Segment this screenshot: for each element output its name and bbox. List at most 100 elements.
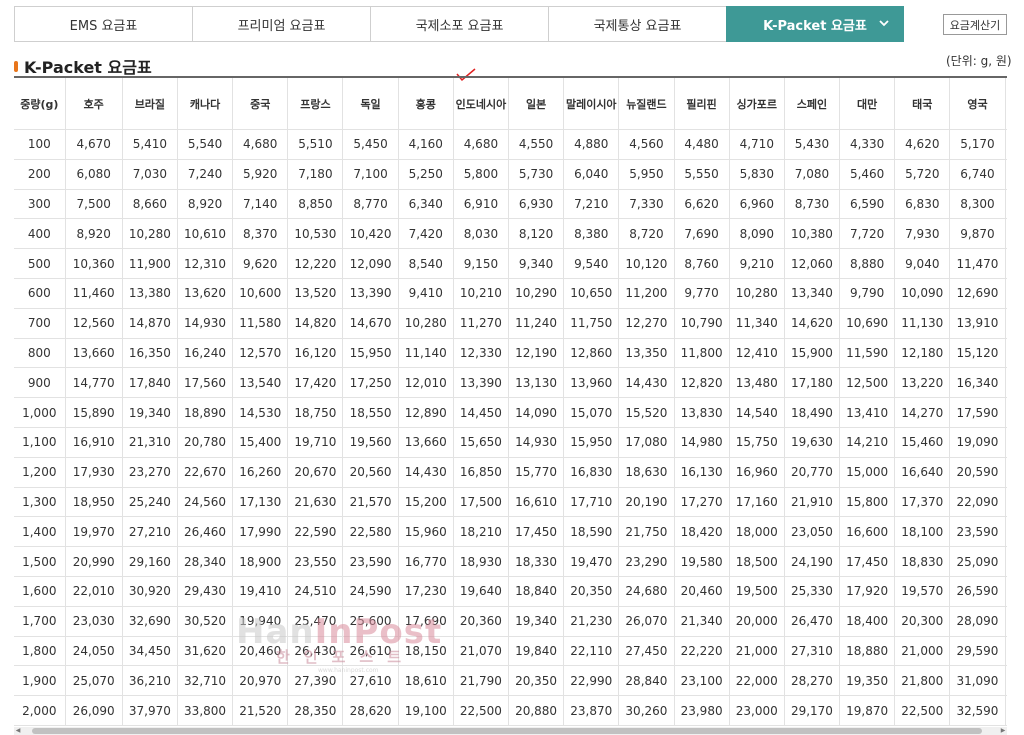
rate-cell: 6,620 (674, 189, 730, 220)
rate-cell: 17,590 (949, 397, 1006, 428)
rate-cell: 8,720 (618, 218, 675, 250)
rate-cell: 8,120 (508, 218, 565, 250)
scroll-right-icon[interactable]: ▶ (999, 727, 1007, 735)
rate-cell: 10,360 (65, 248, 123, 279)
rate-cell: 13,960 (563, 367, 620, 399)
rate-cell: 18,750 (287, 397, 344, 428)
rate-cell: 23,050 (784, 516, 841, 548)
rate-cell: 14,270 (894, 397, 951, 428)
rate-cell: 9,210 (729, 248, 785, 279)
rate-cell: 22,000 (729, 665, 785, 697)
rate-cell: 19,640 (453, 576, 510, 607)
column-header-country: 뉴질랜드 (618, 78, 675, 130)
rate-cell: 12,890 (398, 397, 454, 428)
rate-cell: 18,550 (342, 397, 399, 428)
column-header-country: 중국 (232, 78, 289, 130)
tab-intl-parcel[interactable]: 국제소포 요금표 (370, 6, 548, 42)
rate-cell: 9,540 (563, 248, 620, 279)
rate-cell: 19,940 (232, 606, 289, 637)
table-row: 100 4,670 5,410 5,540 4,680 5,510 5,450 4,160 4,… (14, 129, 1007, 160)
rate-cell: 32,710 (177, 665, 234, 697)
rate-cell: 18,210 (453, 516, 510, 548)
rate-cell: 17,450 (508, 516, 565, 548)
rate-cell: 18,930 (453, 546, 510, 577)
rate-cell: 11,200 (618, 278, 675, 309)
rate-cell: 17,370 (894, 487, 951, 518)
rate-cell: 22,500 (894, 695, 951, 726)
rate-cell: 10,090 (894, 278, 951, 309)
rate-cell: 20,560 (342, 457, 399, 488)
rate-cell: 13,830 (674, 397, 730, 428)
rate-cell: 25,070 (65, 665, 123, 697)
rate-cell: 24,680 (618, 576, 675, 607)
rate-cell: 25,240 (122, 487, 178, 518)
tab-label: K-Packet 요금표 (763, 18, 867, 34)
rate-cell: 27,450 (618, 636, 675, 667)
tab-ems[interactable]: EMS 요금표 (14, 6, 192, 42)
rate-cell: 7,100 (342, 159, 399, 190)
rate-cell: 18,830 (894, 546, 951, 577)
weight-cell: 1,200 (14, 457, 66, 488)
column-header-country: 캐나다 (177, 78, 234, 130)
rate-cell: 45,6 (1005, 695, 1007, 726)
rate-cell: 4,670 (65, 129, 123, 160)
rate-cell: 20,880 (508, 695, 565, 726)
rate-cell: 21,310 (122, 427, 178, 458)
rate-cell: 29,170 (784, 695, 841, 726)
rate-cell: 17,690 (398, 606, 454, 637)
column-header-country: 브라질 (122, 78, 178, 130)
tab-label: 국제소포 요금표 (415, 18, 504, 34)
chevron-down-icon[interactable] (879, 17, 889, 31)
tab-kpacket[interactable]: K-Packet 요금표 (726, 6, 904, 42)
rate-cell: 22,590 (287, 516, 344, 548)
tab-premium[interactable]: 프리미엄 요금표 (192, 6, 370, 42)
table-row: 1,500 20,990 29,160 28,340 18,900 23,550 23,59… (14, 546, 1007, 577)
fee-calculator-button[interactable]: 요금계산기 (943, 14, 1007, 35)
rate-cell: 4,710 (729, 129, 785, 160)
rate-cell: 19,500 (729, 576, 785, 607)
rate-cell: 20,300 (894, 606, 951, 637)
scrollbar-thumb[interactable] (32, 728, 982, 734)
rate-cell: 25,600 (342, 606, 399, 637)
rate-cell: 39,3 (1005, 606, 1007, 637)
rate-cell: 9,770 (674, 278, 730, 309)
rate-cell: 5,540 (177, 129, 234, 160)
rate-cell: 17,130 (232, 487, 289, 518)
rate-cell: 21,070 (453, 636, 510, 667)
rate-cell: 13,660 (65, 338, 123, 369)
rate-cell: 4,680 (453, 129, 510, 160)
weight-cell: 1,100 (14, 427, 66, 458)
rate-cell: 15,750 (729, 427, 785, 458)
rate-cell: 18,630 (618, 457, 675, 488)
rate-cell: 11,470 (949, 248, 1006, 279)
rate-cell: 7,330 (618, 189, 675, 220)
horizontal-scrollbar[interactable]: ◀ ▶ (14, 727, 1007, 735)
rate-cell: 10,530 (287, 218, 344, 250)
rate-cell: 5,730 (508, 159, 565, 190)
scroll-left-icon[interactable]: ◀ (14, 727, 22, 735)
rate-cell: 25,470 (287, 606, 344, 637)
rate-cell: 33,800 (177, 695, 234, 726)
rate-cell: 12,690 (949, 278, 1006, 309)
rate-cell: 13,1 (1005, 218, 1007, 250)
rate-cell: 12,500 (839, 367, 896, 399)
table-row: 200 6,080 7,030 7,240 5,920 7,180 7,100 5,250 5,… (14, 159, 1007, 190)
rate-cell: 5,430 (784, 129, 841, 160)
tab-intl-letter[interactable]: 국제통상 요금표 (548, 6, 726, 42)
rate-cell: 18,890 (177, 397, 234, 428)
rate-cell: 4,160 (398, 129, 454, 160)
rate-cell: 17,560 (177, 367, 234, 399)
rate-cell: 26,460 (177, 516, 234, 548)
weight-cell: 1,300 (14, 487, 66, 518)
column-header-country: 홍콩 (398, 78, 454, 130)
rate-cell: 22,990 (563, 665, 620, 697)
rate-table-container[interactable]: 중량(g) 호주 브라질 캐나다 중국 프랑스 독일 홍콩 인도네시아 일본 말레이시아 뉴질랜드 필리… (14, 76, 1007, 730)
weight-cell: 1,600 (14, 576, 66, 607)
rate-cell: 8,370 (232, 218, 289, 250)
rate-cell: 35,1 (1005, 546, 1007, 577)
rate-cell: 7,080 (784, 159, 841, 190)
rate-cell: 12,820 (674, 367, 730, 399)
rate-cell: 22,090 (949, 487, 1006, 518)
rate-cell: 23,000 (729, 695, 785, 726)
column-header-country: 대만 (839, 78, 896, 130)
